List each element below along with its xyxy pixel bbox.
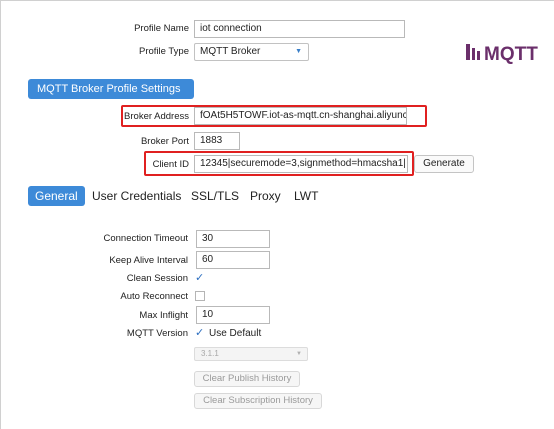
client-id-input[interactable]: 12345|securemode=3,signmethod=hmacsha1| — [194, 155, 408, 173]
mqtt-version-label: MQTT Version — [126, 328, 188, 339]
clean-session-label: Clean Session — [126, 273, 188, 284]
keep-alive-label: Keep Alive Interval — [109, 255, 188, 266]
profile-type-label: Profile Type — [139, 46, 189, 57]
clean-session-checkbox[interactable]: ✓ — [195, 272, 204, 284]
broker-address-label: Broker Address — [124, 111, 189, 122]
use-default-checkbox[interactable]: ✓ — [195, 327, 204, 339]
profile-name-label: Profile Name — [134, 23, 189, 34]
tab-ssl-tls[interactable]: SSL/TLS — [191, 186, 239, 206]
max-inflight-label: Max Inflight — [139, 310, 188, 321]
auto-reconnect-checkbox[interactable] — [195, 291, 205, 301]
clear-subscription-history-button: Clear Subscription History — [194, 393, 322, 409]
mqtt-version-value: 3.1.1 — [201, 349, 219, 358]
tab-lwt[interactable]: LWT — [294, 186, 318, 206]
use-default-label: Use Default — [209, 328, 262, 339]
profile-settings-window: Profile Name iot connection Profile Type… — [0, 0, 554, 429]
broker-address-input[interactable]: fOAt5H5TOWF.iot-as-mqtt.cn-shanghai.aliy… — [194, 107, 407, 125]
broker-port-input[interactable]: 1883 — [194, 132, 240, 150]
chevron-down-icon: ▼ — [296, 351, 302, 357]
profile-type-select[interactable]: MQTT Broker ▼ — [194, 43, 309, 61]
client-id-label: Client ID — [152, 159, 189, 170]
connection-timeout-label: Connection Timeout — [103, 233, 189, 244]
broker-port-label: Broker Port — [140, 136, 189, 147]
mqtt-logo-text: MQTT — [484, 44, 538, 64]
profile-type-value: MQTT Broker — [200, 46, 261, 57]
mqtt-version-select: 3.1.1 ▼ — [194, 347, 308, 361]
keep-alive-input[interactable]: 60 — [196, 251, 270, 269]
broker-profile-settings-header: MQTT Broker Profile Settings — [28, 79, 194, 99]
max-inflight-input[interactable]: 10 — [196, 306, 270, 324]
tab-general[interactable]: General — [28, 186, 85, 206]
mqtt-logo: MQTT — [464, 40, 546, 65]
tab-user-credentials[interactable]: User Credentials — [92, 186, 181, 206]
profile-name-input[interactable]: iot connection — [194, 20, 405, 38]
tab-proxy[interactable]: Proxy — [250, 186, 281, 206]
clear-publish-history-button: Clear Publish History — [194, 371, 300, 387]
generate-button[interactable]: Generate — [414, 155, 474, 173]
auto-reconnect-label: Auto Reconnect — [120, 291, 188, 302]
connection-timeout-input[interactable]: 30 — [196, 230, 270, 248]
chevron-down-icon: ▼ — [295, 48, 302, 55]
